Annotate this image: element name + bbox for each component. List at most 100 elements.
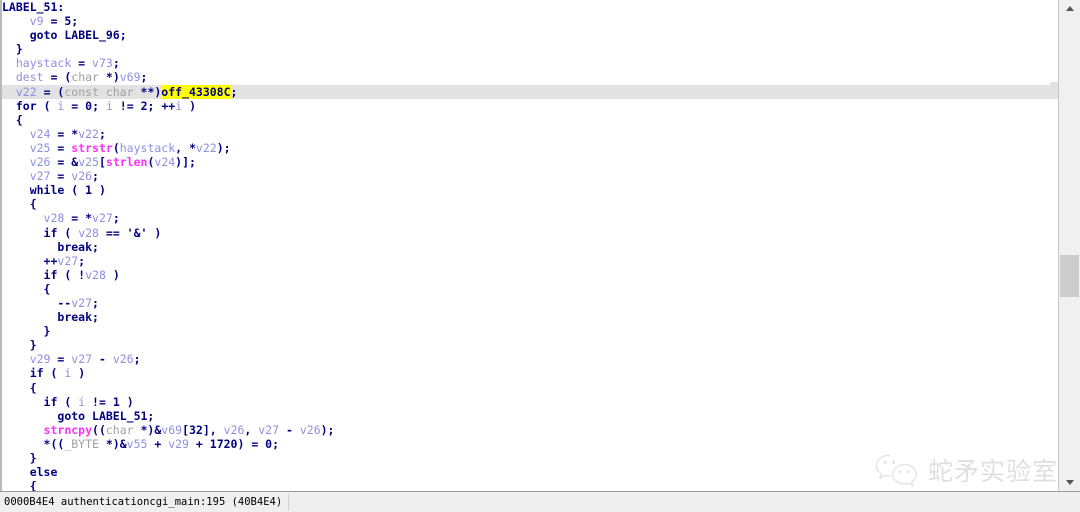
token-var[interactable]: v55	[127, 437, 148, 451]
token-plain: ((	[92, 422, 106, 437]
token-var[interactable]: v69	[120, 70, 141, 84]
token-var[interactable]: v27	[92, 211, 113, 225]
token-plain: ;	[133, 352, 141, 367]
code-line[interactable]: {	[2, 282, 1058, 296]
code-line[interactable]: }	[2, 324, 1058, 338]
token-plain: (	[43, 366, 65, 381]
token-var[interactable]: v26	[113, 352, 134, 366]
scroll-up-button[interactable]	[1059, 0, 1080, 17]
code-line[interactable]: LABEL_51:	[2, 0, 1058, 14]
token-var[interactable]: v25	[30, 141, 51, 155]
code-line[interactable]: if ( i )	[2, 366, 1058, 380]
scrollbar-thumb[interactable]	[1060, 255, 1079, 297]
code-line[interactable]: {	[2, 197, 1058, 211]
token-label[interactable]: LABEL_51:	[2, 0, 64, 14]
token-var[interactable]: v28	[78, 226, 99, 240]
token-plain: ;	[119, 28, 127, 43]
code-line[interactable]: haystack = v73;	[2, 56, 1058, 70]
code-line[interactable]: dest = (char *)v69;	[2, 70, 1058, 84]
code-line[interactable]: if ( i != 1 )	[2, 395, 1058, 409]
token-plain: )	[92, 183, 106, 198]
code-line[interactable]: break;	[2, 240, 1058, 254]
code-line[interactable]: v24 = *v22;	[2, 127, 1058, 141]
token-var[interactable]: haystack	[120, 141, 175, 155]
scroll-down-button[interactable]	[1059, 474, 1080, 491]
token-var[interactable]: v27	[71, 352, 92, 366]
code-line[interactable]: if ( !v28 )	[2, 268, 1058, 282]
token-global[interactable]: off_43308C	[161, 84, 231, 99]
token-var[interactable]: dest	[16, 70, 44, 84]
token-var[interactable]: i	[106, 99, 113, 113]
token-var[interactable]: v27	[57, 254, 78, 268]
scroll-up-arrow-icon	[1065, 6, 1074, 11]
vertical-scrollbar[interactable]	[1058, 0, 1080, 491]
code-line[interactable]: v22 = (const char **)off_43308C;	[2, 84, 1058, 99]
code-line[interactable]: else	[2, 465, 1058, 479]
code-line[interactable]: {	[2, 479, 1058, 491]
code-line[interactable]: strncpy((char *)&v69[32], v26, v27 - v26…	[2, 423, 1058, 437]
code-line[interactable]: v29 = v27 - v26;	[2, 352, 1058, 366]
token-var[interactable]: v27	[258, 423, 279, 437]
token-plain: ;	[92, 239, 99, 254]
token-func[interactable]: strlen	[106, 155, 148, 169]
code-line[interactable]: for ( i = 0; i != 2; ++i )	[2, 99, 1058, 113]
token-var[interactable]: v26	[300, 423, 321, 437]
token-label[interactable]: LABEL_51	[92, 409, 147, 423]
code-line[interactable]: {	[2, 381, 1058, 395]
current-line-gutter-mark	[1050, 82, 1058, 97]
token-var[interactable]: v24	[30, 127, 51, 141]
code-line[interactable]: break;	[2, 310, 1058, 324]
code-line[interactable]: }	[2, 42, 1058, 56]
code-line[interactable]: }	[2, 338, 1058, 352]
code-line[interactable]: {	[2, 113, 1058, 127]
scroll-down-arrow-icon	[1065, 480, 1074, 485]
token-var[interactable]: v22	[16, 85, 37, 99]
token-var[interactable]: v26	[224, 423, 245, 437]
code-line[interactable]: }	[2, 451, 1058, 465]
code-line[interactable]: v9 = 5;	[2, 14, 1058, 28]
code-line[interactable]: --v27;	[2, 296, 1058, 310]
code-line[interactable]: v28 = *v27;	[2, 211, 1058, 225]
token-var[interactable]: v26	[71, 169, 92, 183]
code-line[interactable]: goto LABEL_96;	[2, 28, 1058, 42]
token-var[interactable]: v9	[30, 14, 44, 28]
token-var[interactable]: v25	[78, 155, 99, 169]
code-line[interactable]: v25 = strstr(haystack, *v22);	[2, 141, 1058, 155]
token-plain: {	[2, 479, 37, 491]
code-line[interactable]: v27 = v26;	[2, 169, 1058, 183]
token-var[interactable]: v28	[44, 211, 65, 225]
code-line[interactable]: ++v27;	[2, 254, 1058, 268]
code-line[interactable]: while ( 1 )	[2, 183, 1058, 197]
code-line[interactable]: if ( v28 == '&' )	[2, 226, 1058, 240]
token-var[interactable]: v22	[78, 127, 99, 141]
token-label[interactable]: LABEL_96	[64, 28, 119, 42]
token-plain: =	[50, 352, 72, 367]
pseudocode-text-area[interactable]: LABEL_51: v9 = 5; goto LABEL_96; } hayst…	[0, 0, 1058, 491]
token-num: 1	[85, 183, 93, 198]
token-plain: );	[216, 140, 231, 155]
token-var[interactable]: v27	[71, 296, 92, 310]
token-var[interactable]: v29	[168, 437, 189, 451]
token-plain: )	[147, 225, 162, 240]
token-var[interactable]: v26	[30, 155, 51, 169]
token-var[interactable]: v22	[196, 141, 217, 155]
token-var[interactable]: v29	[30, 352, 51, 366]
token-plain: }	[2, 338, 37, 353]
code-line[interactable]: goto LABEL_51;	[2, 409, 1058, 423]
token-kw: while	[29, 183, 65, 198]
token-var[interactable]: v73	[92, 56, 113, 70]
code-line[interactable]: *((_BYTE *)&v55 + v29 + 1720) = 0;	[2, 437, 1058, 451]
token-var[interactable]: v24	[154, 155, 175, 169]
token-func[interactable]: strstr	[71, 141, 113, 155]
token-func[interactable]: strncpy	[44, 423, 92, 437]
token-var[interactable]: v28	[85, 268, 106, 282]
token-plain: **)	[133, 84, 162, 99]
token-var[interactable]: v27	[30, 169, 51, 183]
token-var[interactable]: v69	[161, 423, 182, 437]
code-line[interactable]: v26 = &v25[strlen(v24)];	[2, 155, 1058, 169]
token-var[interactable]: haystack	[16, 56, 71, 70]
